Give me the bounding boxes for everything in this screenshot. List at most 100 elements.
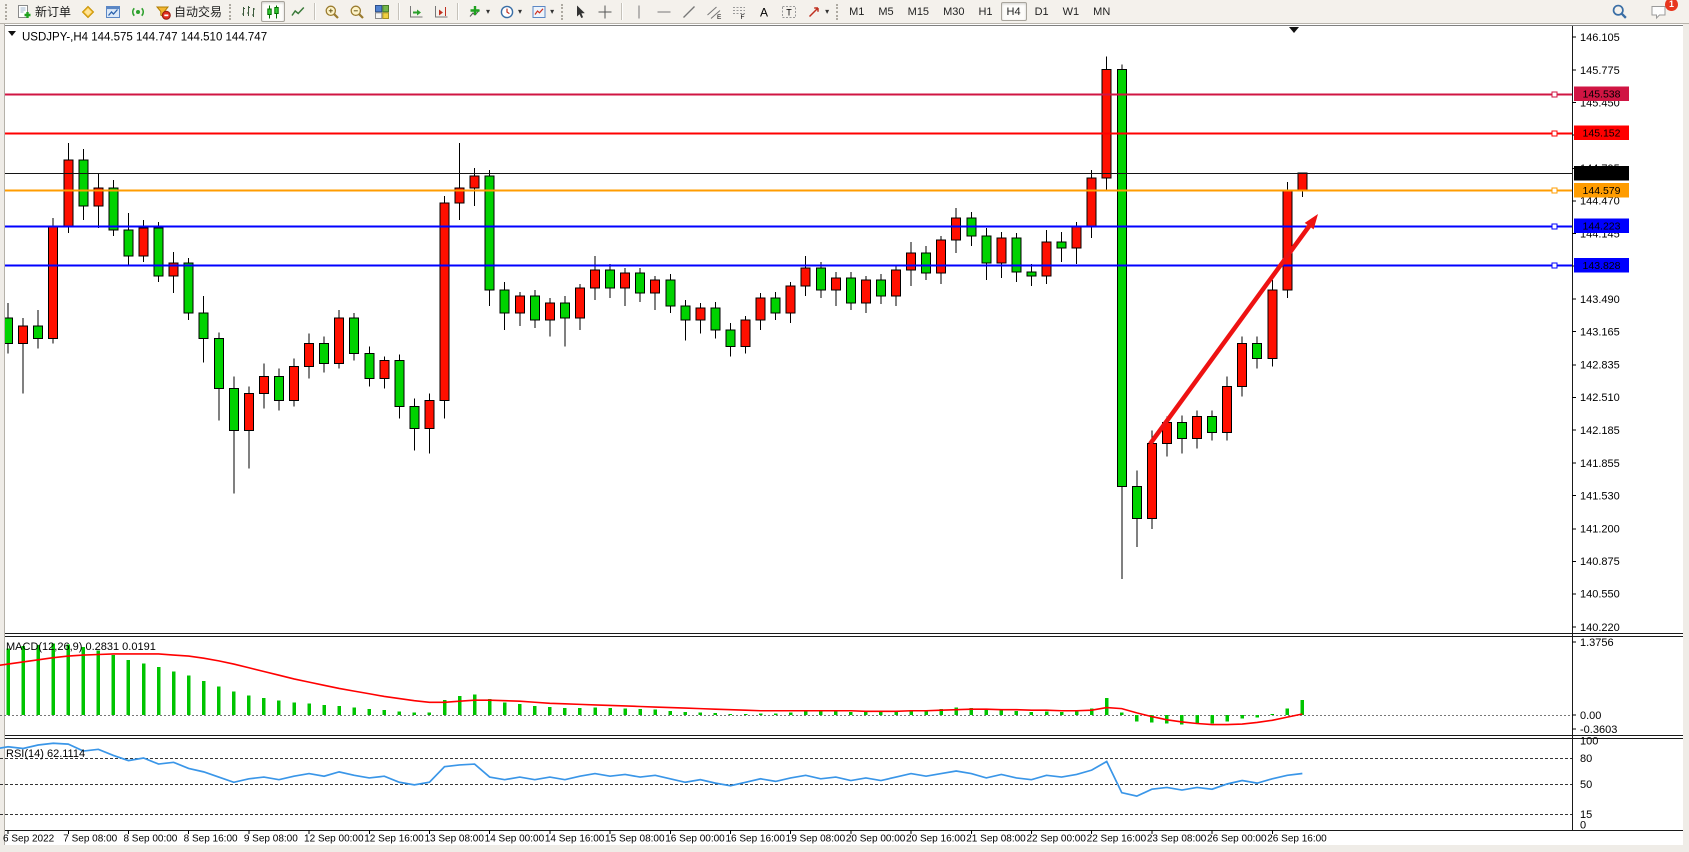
chart-bars-button[interactable] bbox=[236, 1, 260, 22]
clock-icon bbox=[499, 4, 515, 20]
indicators-icon bbox=[467, 4, 483, 20]
time-axis[interactable]: 6 Sep 2022 7 Sep 08:00 8 Sep 00:00 8 Sep 16… bbox=[3, 831, 1327, 845]
fibonacci-icon: F bbox=[731, 4, 747, 20]
periods-button[interactable]: ▾ bbox=[495, 1, 526, 22]
toolbar-grip[interactable] bbox=[561, 4, 563, 20]
arrow-objects-icon bbox=[806, 4, 822, 20]
price-tick-label: 144.470 bbox=[1580, 196, 1620, 208]
rsi-tick-label: 80 bbox=[1580, 753, 1592, 765]
time-tick-label: 8 Sep 00:00 bbox=[123, 834, 177, 845]
bar-chart-icon bbox=[240, 4, 256, 20]
new-order-button[interactable]: 新订单 bbox=[12, 1, 75, 22]
auto-scroll-button[interactable] bbox=[404, 1, 428, 22]
price-badge-label: 144.747 bbox=[1583, 168, 1621, 180]
cursor-button[interactable] bbox=[568, 1, 592, 22]
arrows-button[interactable]: ▾ bbox=[802, 1, 833, 22]
price-chart-canvas[interactable]: 146.105145.775145.450145.125144.795144.4… bbox=[0, 24, 1689, 852]
price-tick-label: 142.185 bbox=[1580, 425, 1620, 437]
price-tick-label: 140.220 bbox=[1580, 622, 1620, 634]
time-tick-label: 20 Sep 00:00 bbox=[846, 834, 906, 845]
market-watch-button[interactable] bbox=[76, 1, 100, 22]
text-label-icon: T bbox=[781, 4, 797, 20]
templates-icon bbox=[531, 4, 547, 20]
timeframe-H1[interactable]: H1 bbox=[972, 2, 998, 21]
dropdown-caret-icon: ▾ bbox=[825, 8, 829, 16]
symbol-ohlc-title: USDJPY-,H4 144.575 144.747 144.510 144.7… bbox=[22, 32, 267, 44]
time-tick-label: 12 Sep 00:00 bbox=[304, 834, 364, 845]
horizontal-line-button[interactable] bbox=[652, 1, 676, 22]
svg-text:E: E bbox=[717, 14, 722, 20]
time-tick-label: 15 Sep 08:00 bbox=[605, 834, 665, 845]
time-tick-label: 8 Sep 16:00 bbox=[184, 834, 238, 845]
timeframe-MN[interactable]: MN bbox=[1087, 2, 1116, 21]
rsi-tick-label: 0 bbox=[1580, 820, 1586, 832]
price-tick-label: 141.855 bbox=[1580, 458, 1620, 470]
data-window-button[interactable] bbox=[101, 1, 125, 22]
tile-windows-button[interactable] bbox=[370, 1, 394, 22]
autotrading-label: 自动交易 bbox=[174, 3, 222, 20]
toolbar-separator bbox=[314, 3, 316, 20]
svg-text:A: A bbox=[760, 5, 768, 19]
toolbar: 新订单 自动交易 bbox=[0, 0, 1689, 24]
channel-button[interactable]: E bbox=[702, 1, 726, 22]
zoom-in-button[interactable] bbox=[320, 1, 344, 22]
time-tick-label: 16 Sep 16:00 bbox=[725, 834, 785, 845]
search-button[interactable] bbox=[1607, 1, 1632, 22]
macd-tick-label: 1.3756 bbox=[1580, 637, 1614, 649]
fibonacci-button[interactable]: F bbox=[727, 1, 751, 22]
chart-line-button[interactable] bbox=[286, 1, 310, 22]
time-tick-label: 6 Sep 2022 bbox=[3, 834, 55, 845]
vertical-line-button[interactable] bbox=[627, 1, 651, 22]
timeframe-M30[interactable]: M30 bbox=[937, 2, 970, 21]
price-tick-label: 140.875 bbox=[1580, 556, 1620, 568]
time-tick-label: 26 Sep 16:00 bbox=[1267, 834, 1327, 845]
timeframe-D1[interactable]: D1 bbox=[1029, 2, 1055, 21]
time-tick-label: 23 Sep 08:00 bbox=[1147, 834, 1207, 845]
price-tick-label: 141.530 bbox=[1580, 490, 1620, 502]
zoom-in-icon bbox=[324, 4, 340, 20]
timeframe-W1[interactable]: W1 bbox=[1057, 2, 1086, 21]
chart-shift-button[interactable] bbox=[429, 1, 453, 22]
timeframe-group: M1M5M15M30H1H4D1W1MN bbox=[843, 2, 1116, 21]
zoom-out-button[interactable] bbox=[345, 1, 369, 22]
time-tick-label: 21 Sep 08:00 bbox=[966, 834, 1026, 845]
indicators-button[interactable]: ▾ bbox=[463, 1, 494, 22]
autotrading-button[interactable]: 自动交易 bbox=[151, 1, 226, 22]
rsi-tick-label: 50 bbox=[1580, 779, 1592, 791]
dropdown-caret-icon: ▾ bbox=[550, 8, 554, 16]
timeframe-M15[interactable]: M15 bbox=[902, 2, 935, 21]
price-tick-label: 142.835 bbox=[1580, 360, 1620, 372]
price-tick-label: 145.775 bbox=[1580, 65, 1620, 77]
time-tick-label: 14 Sep 00:00 bbox=[485, 834, 545, 845]
price-tick-label: 146.105 bbox=[1580, 32, 1620, 44]
zoom-out-icon bbox=[349, 4, 365, 20]
templates-button[interactable]: ▾ bbox=[527, 1, 558, 22]
trendline-button[interactable] bbox=[677, 1, 701, 22]
toolbar-grip[interactable] bbox=[836, 4, 838, 20]
autotrading-icon bbox=[155, 4, 171, 20]
timeframe-H4[interactable]: H4 bbox=[1001, 2, 1027, 21]
toolbar-grip[interactable] bbox=[229, 4, 231, 20]
text-icon: A bbox=[756, 4, 772, 20]
signals-button[interactable] bbox=[126, 1, 150, 22]
price-tick-label: 142.510 bbox=[1580, 392, 1620, 404]
price-badge-label: 144.223 bbox=[1583, 220, 1621, 232]
auto-scroll-icon bbox=[408, 4, 424, 20]
toolbar-grip[interactable] bbox=[5, 4, 7, 20]
text-button[interactable]: A bbox=[752, 1, 776, 22]
price-tick-label: 143.165 bbox=[1580, 327, 1620, 339]
toolbar-separator bbox=[621, 3, 623, 20]
timeframe-M5[interactable]: M5 bbox=[872, 2, 899, 21]
chart-candles-button[interactable] bbox=[261, 1, 285, 22]
time-tick-label: 7 Sep 08:00 bbox=[63, 834, 117, 845]
price-tick-label: 141.200 bbox=[1580, 524, 1620, 536]
chat-button[interactable]: 1 bbox=[1646, 1, 1672, 22]
rsi-tick-label: 100 bbox=[1580, 736, 1598, 748]
crosshair-icon bbox=[597, 4, 613, 20]
timeframe-M1[interactable]: M1 bbox=[843, 2, 870, 21]
time-tick-label: 9 Sep 08:00 bbox=[244, 834, 298, 845]
time-tick-label: 20 Sep 16:00 bbox=[906, 834, 966, 845]
text-label-button[interactable]: T bbox=[777, 1, 801, 22]
crosshair-button[interactable] bbox=[593, 1, 617, 22]
macd-tick-label: 0.00 bbox=[1580, 710, 1601, 722]
